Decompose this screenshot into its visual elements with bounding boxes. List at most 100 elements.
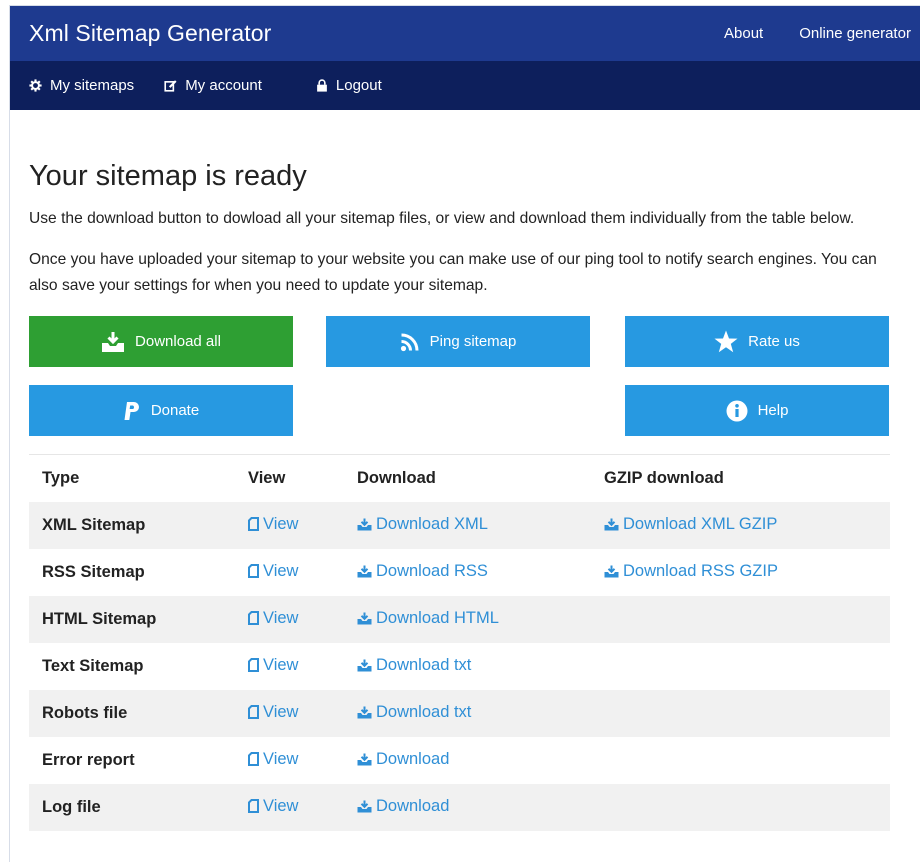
download-icon (357, 753, 372, 766)
download-cell: Download RSS (344, 549, 591, 596)
download-cell: Download XML (344, 502, 591, 549)
table-header-row: Type View Download GZIP download (29, 454, 890, 502)
table-row: XML Sitemap View Download XML Download XML … (29, 502, 890, 549)
file-icon (248, 658, 259, 673)
download-link[interactable]: Download txt (357, 656, 471, 675)
download-link-label: Download XML (376, 515, 488, 533)
view-link-label: View (263, 702, 299, 721)
edit-icon (164, 80, 177, 92)
gzip-link-label: Download XML GZIP (623, 515, 778, 533)
column-header-gzip: GZIP download (591, 454, 890, 502)
view-link-label: View (263, 655, 299, 674)
star-icon (714, 330, 738, 353)
gzip-cell: Download XML GZIP (591, 502, 890, 549)
table-row: HTML Sitemap View Download HTML (29, 596, 890, 643)
column-header-download: Download (344, 454, 591, 502)
download-cell: Download (344, 784, 591, 831)
download-all-button[interactable]: Download all (29, 316, 293, 367)
view-link-label: View (263, 796, 299, 815)
view-link[interactable]: View (248, 515, 298, 534)
view-link-label: View (263, 514, 299, 533)
gzip-download-link[interactable]: Download XML GZIP (604, 515, 777, 534)
my-account-link[interactable]: My account (164, 77, 262, 94)
table-row: RSS Sitemap View Download RSS Download RSS … (29, 549, 890, 596)
download-icon (604, 565, 619, 578)
view-link[interactable]: View (248, 656, 298, 675)
file-icon (248, 611, 259, 626)
file-icon (248, 799, 259, 814)
download-icon (357, 706, 372, 719)
file-icon (248, 705, 259, 720)
gear-icon (29, 79, 42, 92)
download-cell: Download txt (344, 643, 591, 690)
file-type: Log file (42, 798, 101, 816)
download-cell: Download txt (344, 690, 591, 737)
help-label: Help (757, 402, 789, 419)
rate-us-button[interactable]: Rate us (625, 316, 889, 367)
ping-paragraph: Once you have uploaded your sitemap to y… (29, 251, 877, 294)
download-link[interactable]: Download XML (357, 515, 488, 534)
sitemap-files-table: Type View Download GZIP download XML Sit… (29, 454, 890, 831)
download-link-label: Download (376, 797, 450, 815)
top-navbar: Xml Sitemap Generator About Online gener… (10, 6, 920, 61)
file-icon (248, 517, 259, 532)
download-icon (357, 518, 372, 531)
download-link-label: Download txt (376, 656, 472, 674)
file-type: XML Sitemap (42, 516, 146, 534)
page-title: Your sitemap is ready (29, 160, 307, 192)
file-type: Error report (42, 751, 135, 769)
view-link[interactable]: View (248, 609, 298, 628)
site-brand[interactable]: Xml Sitemap Generator (29, 20, 271, 47)
download-link[interactable]: Download txt (357, 703, 471, 722)
file-icon (248, 564, 259, 579)
view-link[interactable]: View (248, 703, 298, 722)
download-cell: Download HTML (344, 596, 591, 643)
gzip-link-label: Download RSS GZIP (623, 562, 778, 580)
file-type: Robots file (42, 704, 128, 722)
download-link[interactable]: Download (357, 750, 449, 769)
gzip-download-link[interactable]: Download RSS GZIP (604, 562, 778, 581)
download-link[interactable]: Download HTML (357, 609, 499, 628)
ping-sitemap-button[interactable]: Ping sitemap (326, 316, 590, 367)
download-icon (102, 331, 125, 352)
view-link[interactable]: View (248, 797, 298, 816)
file-type: RSS Sitemap (42, 563, 145, 581)
main-content: Your sitemap is ready Use the download b… (10, 156, 920, 831)
nav-online-generator-link[interactable]: Online generator (799, 25, 911, 42)
download-link-label: Download HTML (376, 609, 499, 627)
rss-icon (400, 333, 419, 351)
view-cell: View (235, 784, 344, 831)
primary-button-row: Download all Ping sitemap Rate us (29, 316, 890, 385)
download-link[interactable]: Download RSS (357, 562, 488, 581)
table-row: Error report View Download (29, 737, 890, 784)
donate-button[interactable]: Donate (29, 385, 293, 436)
download-icon (357, 659, 372, 672)
secondary-button-row: Donate Help (29, 385, 890, 454)
intro-paragraph: Use the download button to dowload all y… (29, 210, 855, 227)
download-link-label: Download (376, 750, 450, 768)
view-link[interactable]: View (248, 750, 298, 769)
view-link-label: View (263, 561, 299, 580)
logout-link[interactable]: Logout (316, 77, 382, 94)
gzip-cell (591, 643, 890, 690)
gzip-cell: Download RSS GZIP (591, 549, 890, 596)
view-cell: View (235, 690, 344, 737)
lock-icon (317, 79, 327, 92)
download-icon (357, 800, 372, 813)
download-link[interactable]: Download (357, 797, 449, 816)
view-link-label: View (263, 608, 299, 627)
download-all-label: Download all (135, 333, 221, 350)
view-cell: View (235, 643, 344, 690)
table-row: Robots file View Download txt (29, 690, 890, 737)
column-header-type: Type (29, 454, 235, 502)
my-sitemaps-link[interactable]: My sitemaps (29, 77, 134, 94)
download-cell: Download (344, 737, 591, 784)
donate-label: Donate (150, 402, 200, 419)
file-type: Text Sitemap (42, 657, 144, 675)
help-button[interactable]: Help (625, 385, 889, 436)
gzip-cell (591, 690, 890, 737)
nav-about-link[interactable]: About (724, 25, 763, 42)
view-link[interactable]: View (248, 562, 298, 581)
page-frame: Xml Sitemap Generator About Online gener… (9, 5, 920, 862)
top-nav: About Online generator (724, 6, 920, 61)
